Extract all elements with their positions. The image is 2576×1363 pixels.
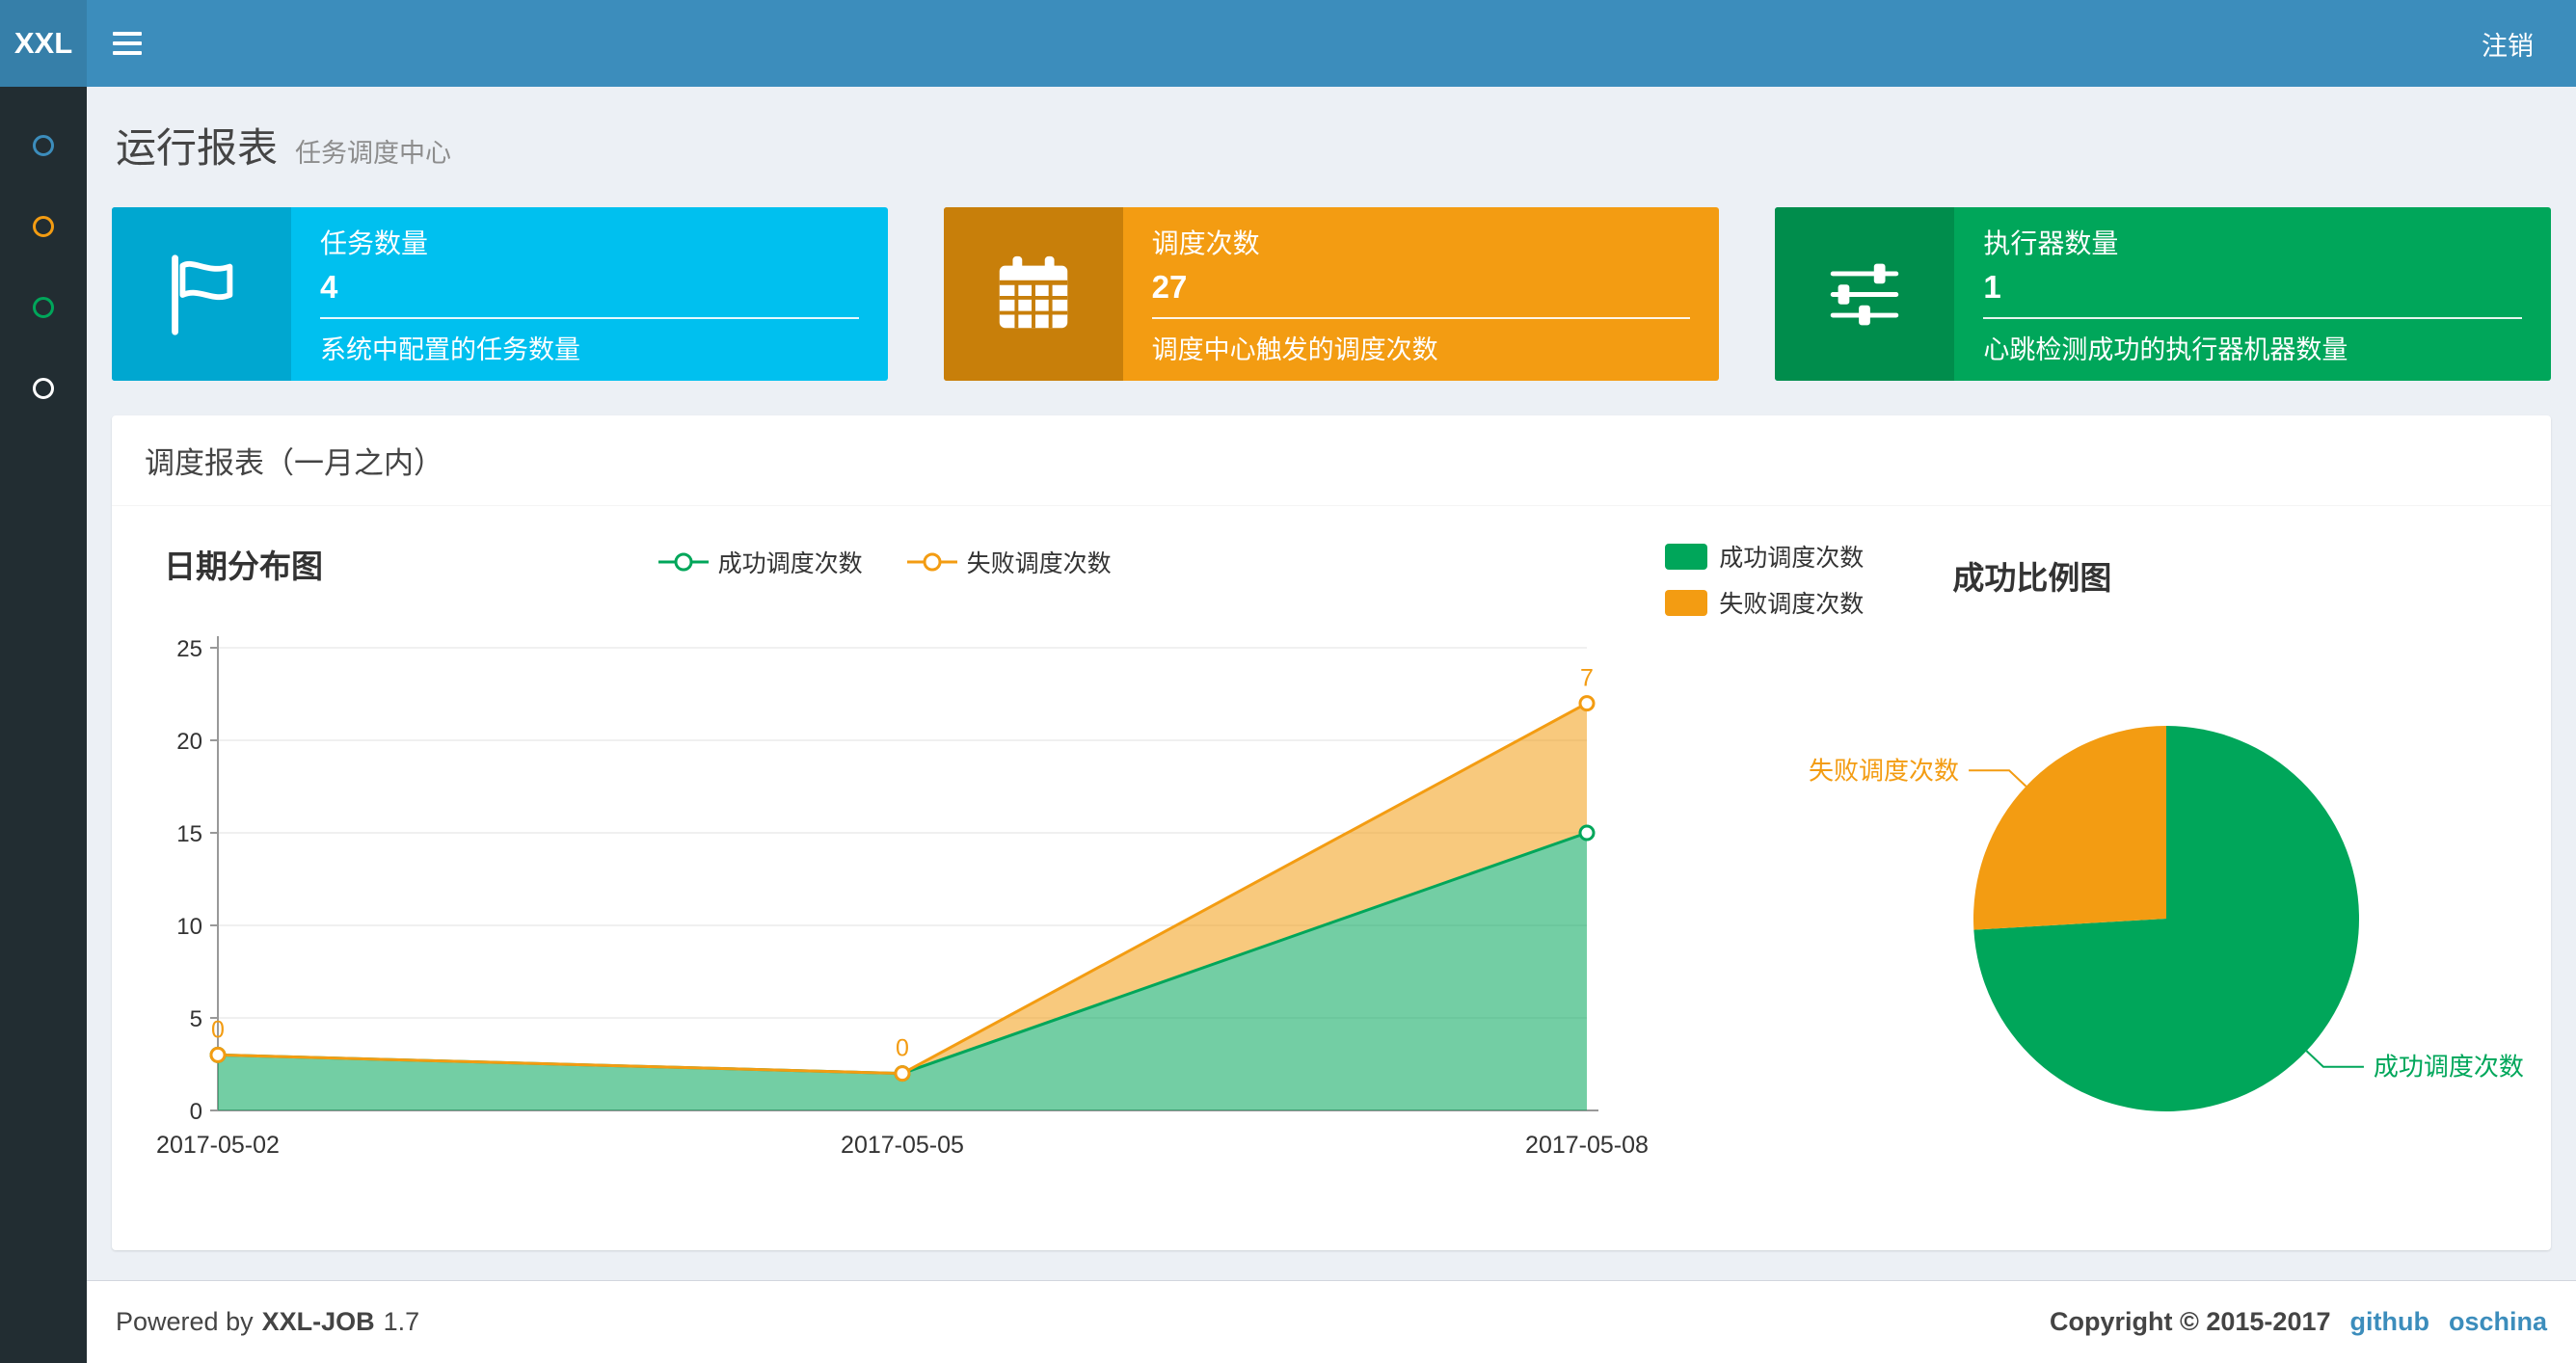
- pie-chart-header: 成功调度次数 失败调度次数 成功比例图: [1646, 516, 2541, 620]
- legend-label: 成功调度次数: [717, 550, 863, 577]
- legend-label: 成功调度次数: [1719, 545, 1865, 572]
- report-panel: 调度报表（一月之内） 日期分布图 成功调度次数 失败调度次数 0 5 10 15…: [112, 415, 2551, 1250]
- sidebar-menu: [0, 87, 87, 1363]
- info-box-label: 调度次数: [1151, 228, 1260, 258]
- top-navbar: XXL 注销: [0, 0, 2576, 87]
- line-chart-header: 日期分布图 成功调度次数 失败调度次数: [121, 516, 1646, 604]
- info-box-icon-area: [1775, 207, 1955, 381]
- legend-swatch: [1665, 589, 1708, 616]
- legend-label: 失败调度次数: [966, 550, 1112, 577]
- sidebar-item[interactable]: [33, 297, 54, 318]
- pie-label-line: [2306, 1050, 2365, 1068]
- sidebar-item[interactable]: [33, 378, 54, 399]
- info-box-triggers: 调度次数 27 调度中心触发的调度次数: [943, 207, 1720, 381]
- main-content: 运行报表 任务调度中心 任务数量 4 系统中配置的任务数量 调度次数 27 调度…: [87, 87, 2576, 1250]
- brand-name: XXL-JOB: [261, 1307, 375, 1336]
- version-number: 1.7: [383, 1307, 420, 1336]
- legend-item-fail[interactable]: 失败调度次数: [905, 545, 1112, 579]
- divider: [1151, 317, 1691, 319]
- x-tick-label: 2017-05-08: [1525, 1132, 1649, 1159]
- page-title-text: 运行报表: [116, 125, 279, 171]
- info-box-description: 调度中心触发的调度次数: [1151, 335, 1438, 364]
- divider: [1983, 317, 2523, 319]
- line-marker-icon: [906, 552, 957, 572]
- github-link[interactable]: github: [2350, 1307, 2429, 1337]
- footer-links: Copyright © 2015-2017 github oschina: [2050, 1307, 2547, 1337]
- point-label: 7: [1580, 665, 1594, 692]
- info-box-description: 心跳检测成功的执行器机器数量: [1983, 335, 2348, 364]
- date-distribution-chart: 05101520252017-05-02 2017-05-05 2017-05-08…: [156, 636, 1649, 1159]
- y-tick-label: 0: [190, 1099, 202, 1125]
- legend-label: 失败调度次数: [1719, 591, 1865, 618]
- page-subtitle: 任务调度中心: [295, 139, 452, 168]
- pie-label-line: [1969, 769, 2027, 788]
- flag-icon: [172, 254, 233, 335]
- y-tick-label: 5: [190, 1006, 202, 1032]
- info-box-value: 1: [1983, 269, 2001, 305]
- logout-link[interactable]: 注销: [2439, 0, 2576, 87]
- app-logo[interactable]: XXL: [0, 0, 87, 87]
- hamburger-icon: [113, 41, 142, 45]
- hamburger-icon: [113, 51, 142, 55]
- data-point: [209, 1046, 227, 1063]
- legend-swatch: [1665, 543, 1708, 570]
- info-box-label: 任务数量: [320, 228, 429, 258]
- panel-body: 日期分布图 成功调度次数 失败调度次数 0 5 10 15 20 25 2017…: [112, 506, 2551, 1250]
- legend-item-success[interactable]: 成功调度次数: [657, 545, 863, 579]
- point-label: 0: [211, 1016, 225, 1043]
- sidebar-item[interactable]: [33, 135, 54, 156]
- data-point: [1578, 824, 1596, 842]
- info-box-icon-area: [943, 207, 1123, 381]
- y-tick-label: 20: [176, 729, 202, 755]
- info-box-icon-area: [112, 207, 291, 381]
- y-tick-label: 15: [176, 821, 202, 847]
- line-marker-icon: [657, 552, 709, 572]
- hamburger-icon: [113, 32, 142, 36]
- footer: Powered by XXL-JOB 1.7 Copyright © 2015-…: [87, 1280, 2576, 1363]
- info-box-body: 调度次数 27 调度中心触发的调度次数: [1123, 207, 1720, 381]
- sidebar-item[interactable]: [33, 216, 54, 237]
- info-box-body: 执行器数量 1 心跳检测成功的执行器机器数量: [1954, 207, 2551, 381]
- data-point: [1578, 695, 1596, 712]
- info-box-executors: 执行器数量 1 心跳检测成功的执行器机器数量: [1775, 207, 2552, 381]
- divider: [320, 317, 859, 319]
- panel-title: 调度报表（一月之内）: [112, 415, 2551, 506]
- info-box-body: 任务数量 4 系统中配置的任务数量: [291, 207, 888, 381]
- content-header: 运行报表 任务调度中心: [87, 87, 2576, 180]
- sliders-icon: [1831, 263, 1899, 326]
- success-ratio-pie: 成功调度次数 失败调度次数: [1809, 726, 2524, 1111]
- info-box-value: 4: [320, 269, 338, 305]
- info-box-value: 27: [1151, 269, 1188, 305]
- powered-by-text: Powered by XXL-JOB 1.7: [116, 1307, 419, 1337]
- success-ratio-block: 成功调度次数 失败调度次数 成功比例图 成功调度次数 失败调度次数: [1646, 516, 2541, 1217]
- info-box-jobs: 任务数量 4 系统中配置的任务数量: [112, 207, 888, 381]
- pie-chart-legend: 成功调度次数 失败调度次数: [1665, 539, 1864, 620]
- line-chart-title: 日期分布图: [164, 548, 323, 584]
- navbar-spacer: [168, 0, 2439, 87]
- powered-prefix: Powered by: [116, 1307, 254, 1336]
- pie-chart-title: 成功比例图: [1952, 560, 2112, 596]
- page-title: 运行报表 任务调度中心: [116, 116, 2547, 174]
- pie-label: 失败调度次数: [1809, 756, 1959, 785]
- x-tick-label: 2017-05-02: [156, 1132, 280, 1159]
- line-chart-legend: 成功调度次数 失败调度次数: [121, 516, 1646, 579]
- pie-label: 成功调度次数: [2374, 1053, 2524, 1082]
- x-tick-label: 2017-05-05: [841, 1132, 964, 1159]
- legend-item-success[interactable]: 成功调度次数: [1665, 539, 1864, 574]
- point-label: 0: [896, 1035, 909, 1062]
- info-box-row: 任务数量 4 系统中配置的任务数量 调度次数 27 调度中心触发的调度次数 执行…: [87, 207, 2576, 381]
- y-tick-label: 25: [176, 636, 202, 662]
- sidebar-toggle-button[interactable]: [87, 0, 168, 87]
- date-distribution-block: 日期分布图 成功调度次数 失败调度次数 0 5 10 15 20 25 2017…: [121, 516, 1649, 1217]
- legend-item-fail[interactable]: 失败调度次数: [1665, 585, 1864, 620]
- copyright-text: Copyright © 2015-2017: [2049, 1307, 2331, 1336]
- calendar-icon: [999, 255, 1067, 329]
- info-box-label: 执行器数量: [1983, 228, 2119, 258]
- info-box-description: 系统中配置的任务数量: [320, 335, 580, 364]
- y-tick-label: 10: [176, 914, 202, 940]
- pie-slice[interactable]: [1973, 726, 2167, 930]
- oschina-link[interactable]: oschina: [2449, 1307, 2547, 1337]
- data-point: [894, 1065, 911, 1082]
